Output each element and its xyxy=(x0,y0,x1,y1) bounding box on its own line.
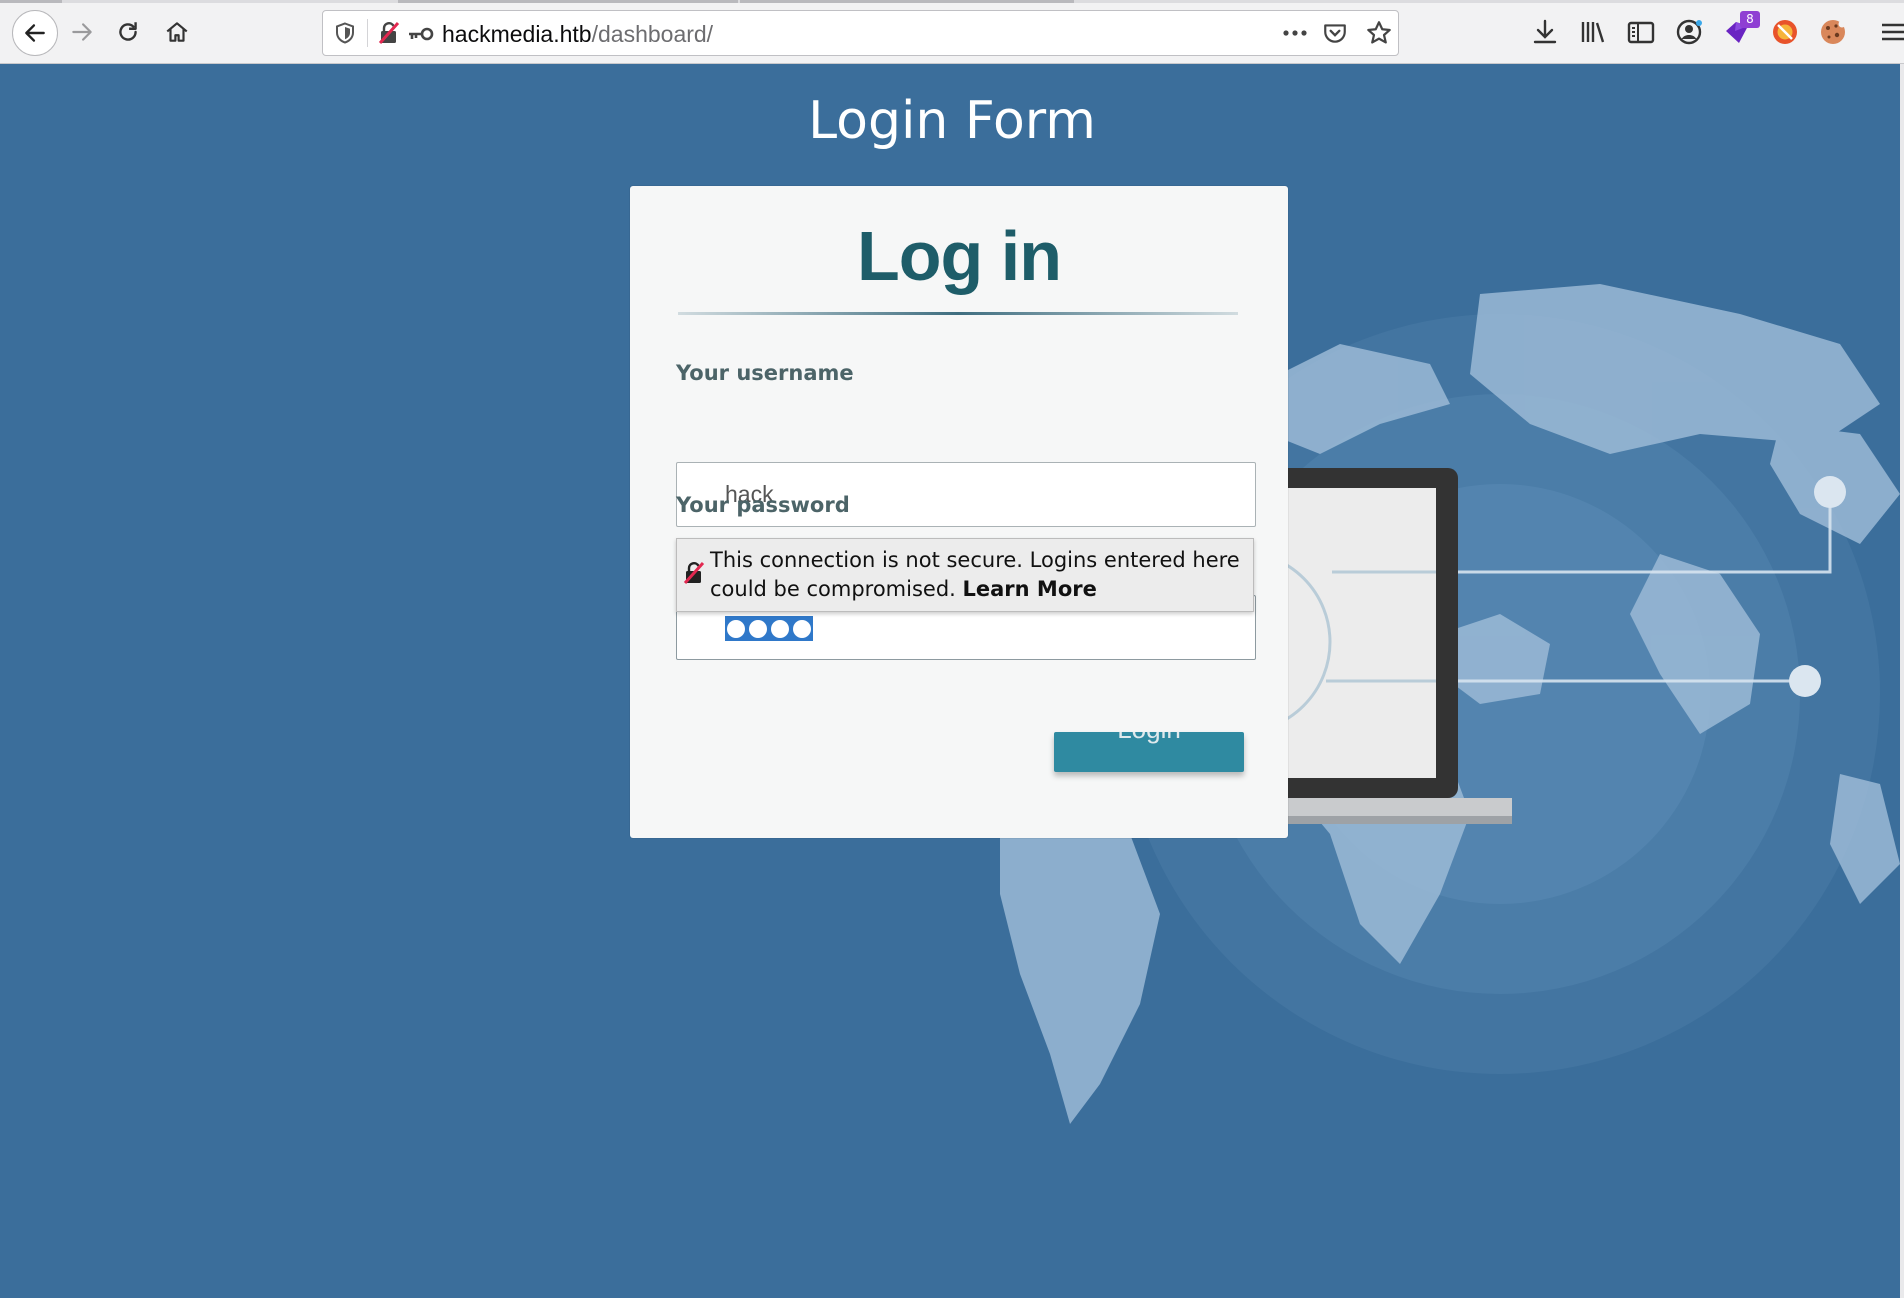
reload-icon xyxy=(119,22,137,41)
insecure-lock-icon[interactable] xyxy=(377,20,401,46)
password-label: Your password xyxy=(676,493,850,517)
home-button[interactable] xyxy=(157,12,197,52)
library-icon[interactable] xyxy=(1578,17,1608,47)
tab-indicator[interactable] xyxy=(0,0,62,3)
password-masked-value xyxy=(725,616,813,641)
reload-button[interactable] xyxy=(108,12,148,52)
heading-divider xyxy=(678,312,1238,315)
more-icon[interactable] xyxy=(1280,21,1310,45)
warning-message: This connection is not secure. Logins en… xyxy=(710,546,1250,604)
password-dot xyxy=(749,619,767,638)
window-edge xyxy=(1900,64,1904,1298)
cookie-icon[interactable] xyxy=(1818,17,1848,47)
back-icon xyxy=(25,24,45,42)
browser-toolbar: hackmedia.htb/dashboard/ 8 xyxy=(0,0,1904,64)
tab-indicator[interactable] xyxy=(740,0,1074,3)
tab-indicator[interactable] xyxy=(398,0,738,3)
forward-button[interactable] xyxy=(62,12,102,52)
login-card: Log in Your username hack Your password … xyxy=(630,186,1288,838)
password-dot xyxy=(771,619,789,638)
url-text[interactable]: hackmedia.htb/dashboard/ xyxy=(442,20,713,48)
insecure-lock-icon xyxy=(683,561,705,585)
extension-badge: 8 xyxy=(1740,11,1760,28)
shield-icon[interactable] xyxy=(333,21,357,45)
url-host: hackmedia.htb xyxy=(442,21,592,47)
key-icon[interactable] xyxy=(407,23,435,45)
forward-icon xyxy=(72,23,92,41)
login-button[interactable]: Login xyxy=(1054,732,1244,772)
pocket-icon[interactable] xyxy=(1322,20,1348,46)
home-icon xyxy=(166,22,188,42)
account-icon[interactable] xyxy=(1674,17,1704,47)
learn-more-link[interactable]: Learn More xyxy=(963,577,1097,601)
login-button-label: Login xyxy=(1117,732,1181,744)
menu-icon[interactable] xyxy=(1878,17,1904,47)
back-button[interactable] xyxy=(12,10,58,56)
password-dot xyxy=(727,619,745,638)
insecure-login-warning: This connection is not secure. Logins en… xyxy=(676,538,1254,612)
address-bar-divider xyxy=(367,19,368,47)
download-icon[interactable] xyxy=(1530,17,1560,47)
card-heading: Log in xyxy=(857,217,1062,295)
url-path: /dashboard/ xyxy=(591,21,714,47)
star-icon[interactable] xyxy=(1365,19,1393,47)
blocker-icon[interactable] xyxy=(1770,17,1800,47)
address-bar[interactable]: hackmedia.htb/dashboard/ xyxy=(322,10,1399,56)
password-dot xyxy=(793,619,811,638)
tab-strip xyxy=(0,0,1904,3)
page-title: Login Form xyxy=(808,91,1096,151)
username-label: Your username xyxy=(676,361,854,385)
sidebar-icon[interactable] xyxy=(1626,17,1656,47)
page-viewport: Login Form Log in Your username hack You… xyxy=(0,64,1904,1298)
